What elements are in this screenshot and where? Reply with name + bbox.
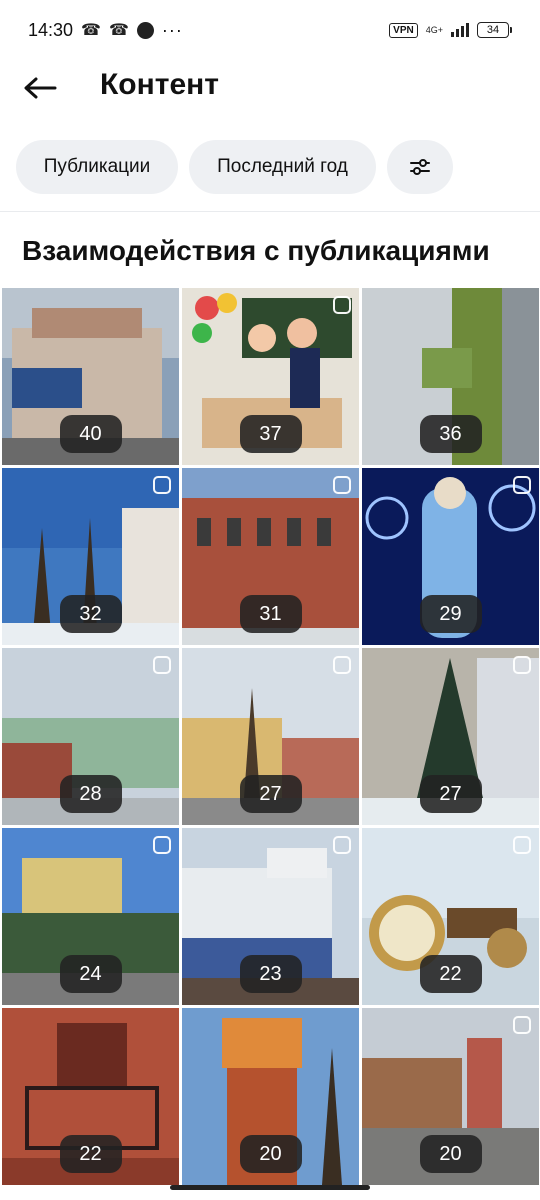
status-time: 14:30 (28, 19, 74, 40)
interaction-count: 20 (239, 1135, 302, 1173)
interaction-count: 40 (59, 415, 122, 453)
post-thumbnail[interactable]: 20 (362, 1008, 539, 1185)
filter-bar: Публикации Последний год (16, 140, 453, 194)
carousel-icon (513, 476, 531, 494)
interaction-count: 28 (59, 775, 122, 813)
network-type: 4G+ (425, 24, 443, 35)
posts-grid: 40 37 36 32 31 29 28 27 27 24 23 22 22 2… (2, 288, 539, 1185)
interaction-count: 32 (59, 595, 122, 633)
carousel-icon (333, 296, 351, 314)
battery-icon: 34 (477, 22, 512, 38)
post-thumbnail[interactable]: 31 (182, 468, 359, 645)
post-thumbnail[interactable]: 22 (2, 1008, 179, 1185)
carousel-icon (333, 476, 351, 494)
post-thumbnail[interactable]: 28 (2, 648, 179, 825)
publications-filter-chip[interactable]: Публикации (16, 140, 178, 194)
interaction-count: 27 (419, 775, 482, 813)
post-thumbnail[interactable]: 32 (2, 468, 179, 645)
notification-dot-icon (136, 21, 154, 39)
interaction-count: 31 (239, 595, 302, 633)
status-bar: 14:30 ☎ ☎ ··· VPN 4G+ 34 (0, 0, 540, 60)
battery-level: 34 (477, 22, 509, 38)
status-left: 14:30 ☎ ☎ ··· (28, 20, 183, 41)
arrow-left-icon (24, 77, 57, 99)
carousel-icon (153, 476, 171, 494)
post-thumbnail[interactable]: 23 (182, 828, 359, 1005)
post-thumbnail[interactable]: 20 (182, 1008, 359, 1185)
post-thumbnail[interactable]: 36 (362, 288, 539, 465)
more-icon: ··· (161, 19, 183, 40)
back-button[interactable] (20, 70, 60, 106)
status-right: VPN 4G+ 34 (389, 22, 512, 38)
carousel-icon (333, 836, 351, 854)
post-thumbnail[interactable]: 22 (362, 828, 539, 1005)
carousel-icon (513, 1016, 531, 1034)
post-thumbnail[interactable]: 27 (182, 648, 359, 825)
missed-call-icon: ☎ (108, 22, 129, 39)
interaction-count: 23 (239, 955, 302, 993)
carousel-icon (333, 656, 351, 674)
interaction-count: 22 (59, 1135, 122, 1173)
filter-settings-button[interactable] (387, 140, 453, 194)
carousel-icon (513, 836, 531, 854)
publications-filter-label: Публикации (43, 156, 151, 177)
signal-icon (451, 23, 469, 37)
carousel-icon (153, 656, 171, 674)
page-title: Контент (100, 68, 219, 101)
home-indicator[interactable] (170, 1185, 370, 1190)
app-header: Контент (0, 60, 540, 116)
carousel-icon (153, 836, 171, 854)
interaction-count: 24 (59, 955, 122, 993)
interaction-count: 20 (419, 1135, 482, 1173)
period-filter-chip[interactable]: Последний год (189, 140, 376, 194)
post-thumbnail[interactable]: 40 (2, 288, 179, 465)
carousel-icon (513, 656, 531, 674)
interaction-count: 36 (419, 415, 482, 453)
post-thumbnail[interactable]: 29 (362, 468, 539, 645)
vpn-badge: VPN (389, 22, 418, 38)
interaction-count: 29 (419, 595, 482, 633)
period-filter-label: Последний год (217, 156, 348, 177)
interaction-count: 37 (239, 415, 302, 453)
interaction-count: 27 (239, 775, 302, 813)
post-thumbnail[interactable]: 27 (362, 648, 539, 825)
section-title: Взаимодействия с публикациями (22, 235, 490, 266)
divider (0, 211, 540, 212)
post-thumbnail[interactable]: 24 (2, 828, 179, 1005)
sliders-icon (410, 159, 430, 175)
post-thumbnail[interactable]: 37 (182, 288, 359, 465)
interaction-count: 22 (419, 955, 482, 993)
missed-call-icon: ☎ (81, 22, 101, 39)
